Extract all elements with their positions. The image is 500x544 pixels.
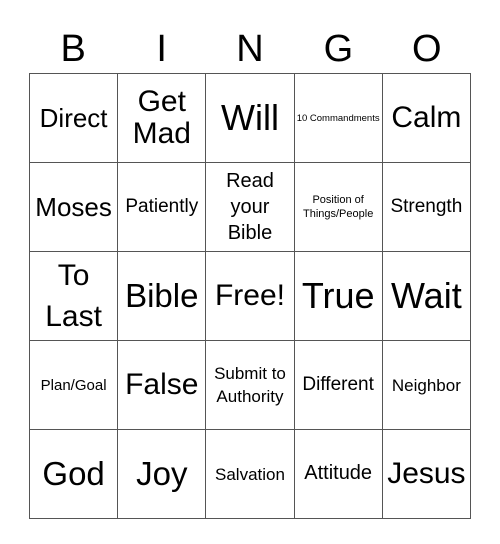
bingo-cell[interactable]: Jesus <box>381 429 472 519</box>
bingo-cell[interactable]: Neighbor <box>381 340 472 430</box>
bingo-row: Plan/Goal False Submit to Authority Diff… <box>28 340 472 430</box>
header-letter-b: B <box>60 28 86 70</box>
header-letter-o: O <box>412 28 442 70</box>
header-letter-g: G <box>323 28 354 70</box>
bingo-row: God Joy Salvation Attitude Jesus <box>28 429 472 519</box>
header-letter-i: I <box>156 28 167 70</box>
bingo-cell[interactable]: Position of Things/People <box>293 162 383 252</box>
bingo-cell[interactable]: Salvation <box>205 429 295 519</box>
bingo-cell[interactable]: Get Mad <box>117 73 207 163</box>
bingo-row: To Last Bible Free! True Wait <box>28 251 472 341</box>
bingo-card-grid: Direct Get Mad Will 10 Commandments Calm… <box>28 73 472 519</box>
bingo-cell[interactable]: Direct <box>28 73 119 163</box>
bingo-cell[interactable]: Strength <box>381 162 472 252</box>
bingo-cell[interactable]: Bible <box>117 251 207 341</box>
bingo-cell[interactable]: Different <box>293 340 383 430</box>
bingo-cell[interactable]: Patiently <box>117 162 207 252</box>
header-letter-n: N <box>236 28 264 70</box>
bingo-cell[interactable]: God <box>28 429 119 519</box>
bingo-cell[interactable]: To Last <box>28 251 119 341</box>
bingo-row: Moses Patiently Read your Bible Position… <box>28 162 472 252</box>
bingo-cell[interactable]: Moses <box>28 162 119 252</box>
bingo-cell[interactable]: Wait <box>381 251 472 341</box>
bingo-cell[interactable]: Plan/Goal <box>28 340 119 430</box>
bingo-cell[interactable]: Calm <box>381 73 472 163</box>
bingo-cell[interactable]: True <box>293 251 383 341</box>
bingo-cell[interactable]: Submit to Authority <box>205 340 295 430</box>
bingo-cell[interactable]: Joy <box>117 429 207 519</box>
free-space-cell[interactable]: Free! <box>205 251 295 341</box>
bingo-cell[interactable]: Will <box>205 73 295 163</box>
bingo-cell[interactable]: 10 Commandments <box>293 73 383 163</box>
bingo-cell[interactable]: False <box>117 340 207 430</box>
bingo-cell[interactable]: Read your Bible <box>205 162 295 252</box>
bingo-header: B I N G O <box>29 26 471 72</box>
bingo-cell[interactable]: Attitude <box>293 429 383 519</box>
bingo-row: Direct Get Mad Will 10 Commandments Calm <box>28 73 472 163</box>
